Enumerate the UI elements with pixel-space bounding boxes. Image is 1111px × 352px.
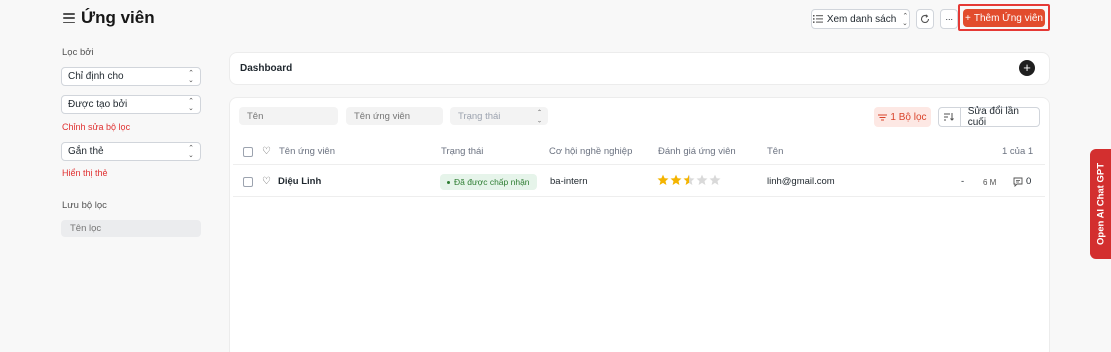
header-divider — [233, 164, 1045, 165]
show-tags-link[interactable]: Hiển thị thẻ — [62, 168, 108, 178]
row-comment-count: 0 — [1026, 176, 1032, 187]
heart-icon: ♡ — [262, 146, 271, 157]
add-dashboard-button[interactable]: + — [1019, 60, 1035, 76]
list-icon — [812, 15, 823, 23]
sort-label: Sửa đổi lần cuối — [967, 106, 1019, 128]
refresh-icon — [920, 14, 930, 23]
filter-name-input[interactable] — [61, 220, 201, 237]
row-modified-time: 6 M — [983, 178, 997, 187]
sort-button[interactable]: Sửa đổi lần cuối — [938, 106, 1040, 128]
save-filter-heading: Lưu bộ lọc — [62, 200, 107, 211]
name-filter-input[interactable] — [239, 107, 338, 125]
star-icon[interactable] — [683, 174, 695, 186]
chat-gpt-side-tab[interactable]: Open AI Chat GPT — [1090, 149, 1111, 259]
list-card — [229, 97, 1050, 352]
row-divider — [233, 196, 1045, 197]
status-filter-label: Trạng thái — [458, 110, 501, 122]
candidate-filter-input[interactable] — [346, 107, 443, 125]
add-candidate-button[interactable]: + Thêm Ứng viên — [963, 9, 1045, 27]
dashboard-card — [229, 52, 1050, 85]
filter-button[interactable]: 1 Bộ lọc — [874, 107, 931, 127]
chevron-up-down-icon: ⌃ ⌃ — [188, 98, 194, 110]
hamburger-line — [63, 17, 75, 19]
sidebar-toggle-icon[interactable] — [63, 13, 75, 23]
assigned-to-label: Chỉ định cho — [68, 71, 124, 82]
more-icon: ··· — [945, 14, 953, 24]
refresh-button[interactable] — [916, 9, 934, 29]
chevron-up-down-icon: ⌃ ⌃ — [536, 110, 542, 122]
row-dash: - — [961, 176, 965, 187]
column-header-rating[interactable]: Đánh giá ứng viên — [658, 146, 736, 157]
chat-gpt-side-tab-label: Open AI Chat GPT — [1095, 163, 1106, 245]
page-title: Ứng viên — [81, 8, 155, 27]
rating-stars — [657, 174, 721, 186]
tags-label: Gắn thẻ — [68, 146, 104, 157]
star-icon[interactable] — [670, 174, 682, 186]
chevron-up-down-icon: ⌃ ⌃ — [188, 70, 194, 82]
star-icon[interactable] — [709, 174, 721, 186]
like-heart-icon[interactable]: ♡ — [262, 177, 271, 187]
record-count: 1 của 1 — [1002, 146, 1034, 157]
chevron-up-down-icon: ⌃ ⌃ — [902, 13, 909, 25]
column-header-name[interactable]: Tên — [767, 146, 783, 157]
hamburger-line — [63, 21, 75, 23]
row-email: linh@gmail.com — [767, 176, 835, 187]
tags-select[interactable]: Gắn thẻ ⌃ ⌃ — [61, 142, 201, 161]
sort-order-icon[interactable] — [939, 108, 961, 126]
dashboard-title: Dashboard — [240, 63, 293, 74]
chevron-up-down-icon: ⌃ ⌃ — [188, 145, 194, 157]
hamburger-line — [63, 13, 75, 15]
view-switcher-button[interactable]: Xem danh sách ⌃ ⌃ — [811, 9, 910, 29]
add-candidate-label: Thêm Ứng viên — [973, 12, 1043, 24]
status-badge-label: Đã được chấp nhận — [454, 177, 530, 187]
row-comments[interactable]: 0 — [1013, 176, 1031, 187]
comment-icon — [1013, 177, 1023, 187]
row-opportunity: ba-intern — [550, 176, 588, 187]
plus-icon: + — [965, 12, 971, 24]
select-all-checkbox[interactable] — [243, 147, 253, 157]
assigned-to-select[interactable]: Chỉ định cho ⌃ ⌃ — [61, 67, 201, 86]
filter-icon — [878, 114, 888, 120]
row-checkbox[interactable] — [243, 177, 253, 187]
filter-button-label: 1 Bộ lọc — [890, 111, 927, 123]
star-icon[interactable] — [696, 174, 708, 186]
star-icon[interactable] — [657, 174, 669, 186]
status-dot — [447, 180, 450, 184]
edit-filters-link[interactable]: Chỉnh sửa bộ lọc — [62, 122, 130, 132]
status-badge: Đã được chấp nhận — [440, 174, 537, 190]
filter-heading: Lọc bởi — [62, 47, 94, 58]
status-filter-select[interactable]: Trạng thái ⌃ ⌃ — [450, 107, 548, 125]
created-by-label: Được tạo bởi — [68, 99, 128, 110]
column-header-candidate[interactable]: Tên ứng viên — [279, 146, 335, 157]
column-header-opportunity[interactable]: Cơ hội nghề nghiệp — [549, 146, 632, 157]
more-actions-button[interactable]: ··· — [940, 9, 958, 29]
view-switcher-label: Xem danh sách — [826, 13, 897, 25]
column-header-status[interactable]: Trạng thái — [441, 146, 483, 157]
row-candidate-name[interactable]: Diệu Linh — [278, 176, 321, 187]
created-by-select[interactable]: Được tạo bởi ⌃ ⌃ — [61, 95, 201, 114]
